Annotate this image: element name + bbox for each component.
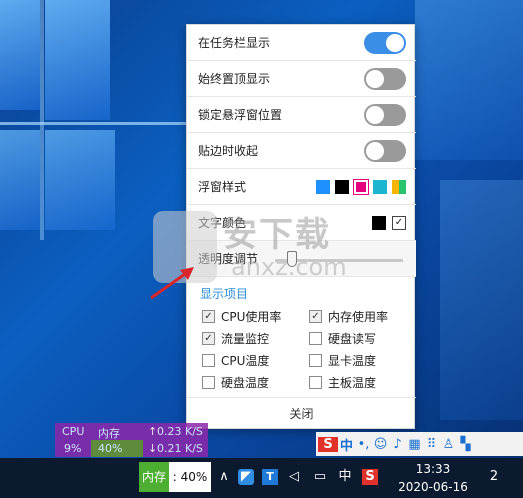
text-color-label: 文字颜色 [198, 216, 247, 230]
sogou-logo-icon[interactable]: S [318, 436, 338, 452]
checkbox-box [202, 376, 215, 389]
checkbox-box [309, 376, 322, 389]
checkbox-label: CPU温度 [221, 354, 270, 368]
checkbox-box: ✓ [202, 310, 215, 323]
checkbox-label: 内存使用率 [328, 310, 389, 324]
text-color-swatch-black[interactable] [372, 215, 386, 230]
style-swatch-black[interactable] [335, 179, 349, 194]
cpu-label: CPU [62, 425, 85, 438]
cpu-value: 9% [64, 442, 82, 455]
checkbox-box [309, 354, 322, 367]
style-swatch-magenta[interactable] [353, 178, 369, 195]
window-style-label: 浮窗样式 [198, 180, 247, 194]
always-on-top-label: 始终置顶显示 [198, 72, 271, 86]
checkbox-memory-usage[interactable]: ✓ 内存使用率 [309, 308, 388, 325]
checkbox-gpu-temp[interactable]: 显卡温度 [309, 352, 376, 369]
checkbox-label: 硬盘读写 [328, 332, 377, 346]
memory-label: 内存 [98, 427, 120, 440]
checkbox-box [309, 332, 322, 345]
download-arrow-icon: ↓ [148, 442, 158, 455]
check-icon: ✓ [311, 311, 320, 322]
lock-position-toggle[interactable] [364, 103, 406, 126]
upload-speed: 0.23 K/S [157, 425, 203, 438]
memory-value: 40% [98, 442, 123, 455]
text-color-checkbox[interactable]: ✓ [392, 215, 406, 230]
checkbox-label: 显卡温度 [328, 354, 377, 368]
row-transparency: 透明度调节 [187, 241, 416, 277]
clock-time: 13:33 [415, 462, 451, 476]
shirt-icon[interactable]: ♙ [440, 437, 457, 452]
show-in-taskbar-label: 在任务栏显示 [198, 36, 271, 50]
clock-date: 2020-06-16 [398, 480, 468, 494]
style-swatch-teal[interactable] [373, 179, 387, 194]
row-snap-collapse: 贴边时收起 [187, 133, 416, 169]
transparency-slider-thumb[interactable] [287, 251, 297, 267]
floating-monitor-widget[interactable]: CPU 内存 ↑ 0.23 K/S 9% 40% ↓ 0.21 K/S [55, 423, 208, 457]
style-swatch-multicolor[interactable] [392, 179, 406, 194]
feather-app-icon[interactable]: ◤ [238, 469, 254, 485]
volume-muted-icon[interactable]: ◁ [286, 469, 302, 485]
ime-mode-toggle[interactable]: 中 [338, 435, 355, 454]
checkbox-label: 硬盘温度 [221, 376, 270, 390]
notification-count: 2 [489, 469, 499, 484]
checkbox-box: ✓ [309, 310, 322, 323]
row-lock-position: 锁定悬浮窗位置 [187, 97, 416, 133]
checkbox-box [202, 354, 215, 367]
sogou-tray-icon[interactable]: S [362, 469, 378, 485]
row-always-on-top: 始终置顶显示 [187, 61, 416, 97]
row-text-color: 文字颜色 ✓ [187, 205, 416, 241]
check-icon: ✓ [204, 311, 213, 322]
red-arrow-annotation [150, 267, 194, 300]
checkbox-cpu-usage[interactable]: ✓ CPU使用率 [202, 308, 281, 325]
snap-collapse-label: 贴边时收起 [198, 144, 259, 158]
emoji-icon[interactable]: ☺ [372, 437, 389, 452]
style-swatch-blue[interactable] [316, 179, 330, 194]
taskbar-memory-label[interactable]: 内存 [139, 462, 169, 492]
close-button[interactable]: 关闭 [187, 397, 416, 430]
check-icon: ✓ [394, 216, 404, 228]
mic-icon[interactable]: ♪ [389, 437, 406, 452]
lock-position-label: 锁定悬浮窗位置 [198, 108, 283, 122]
toggle-knob [366, 141, 384, 160]
taskbar-memory-value[interactable]: : 40% [169, 462, 211, 492]
display-items-title: 显示项目 [200, 287, 249, 301]
upload-arrow-icon: ↑ [148, 425, 158, 438]
checkbox-cpu-temp[interactable]: CPU温度 [202, 352, 269, 369]
row-window-style: 浮窗样式 [187, 169, 416, 205]
grid-icon[interactable]: ⠿ [423, 437, 440, 452]
snap-collapse-toggle[interactable] [364, 139, 406, 162]
t-app-icon[interactable]: T [262, 469, 278, 485]
check-icon: ✓ [204, 333, 213, 344]
checkbox-board-temp[interactable]: 主板温度 [309, 374, 376, 391]
checkbox-label: 主板温度 [328, 376, 377, 390]
checkbox-disk-rw[interactable]: 硬盘读写 [309, 330, 376, 347]
chevron-up-icon[interactable]: ∧ [216, 469, 232, 485]
toggle-knob [366, 69, 384, 88]
toggle-knob [386, 33, 404, 52]
checkbox-disk-temp[interactable]: 硬盘温度 [202, 374, 269, 391]
checkbox-box: ✓ [202, 332, 215, 345]
settings-popup: 在任务栏显示 始终置顶显示 锁定悬浮窗位置 贴边时收起 浮窗样式 文字颜色 ✓ … [186, 24, 416, 430]
apps-icon[interactable]: ▚ [457, 437, 474, 452]
checkbox-label: CPU使用率 [221, 310, 282, 324]
row-show-in-taskbar: 在任务栏显示 [187, 25, 416, 61]
download-speed: 0.21 K/S [157, 442, 203, 455]
keyboard-icon[interactable]: ▦ [406, 437, 423, 452]
toggle-knob [366, 105, 384, 124]
clock[interactable]: 13:33 2020-06-16 [396, 460, 470, 496]
punctuation-icon[interactable]: •, [355, 437, 372, 452]
show-in-taskbar-toggle[interactable] [364, 31, 406, 54]
always-on-top-toggle[interactable] [364, 67, 406, 90]
checkbox-label: 流量监控 [221, 332, 270, 346]
ime-toolbar: S 中 •, ☺ ♪ ▦ ⠿ ♙ ▚ [316, 432, 523, 456]
checkbox-traffic-monitor[interactable]: ✓ 流量监控 [202, 330, 269, 347]
network-icon[interactable]: ▭ [312, 469, 328, 485]
notification-icon[interactable]: 2 [483, 469, 505, 485]
taskbar-ime-mode[interactable]: 中 [337, 469, 353, 485]
